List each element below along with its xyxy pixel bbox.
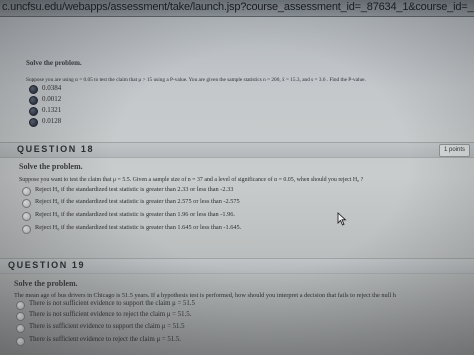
q17-solve-heading: Solve the problem. — [26, 59, 82, 67]
option-label: Reject H₀ if the standardized test stati… — [35, 186, 234, 193]
radio-button[interactable] — [29, 85, 38, 94]
radio-button[interactable] — [22, 225, 31, 234]
option-label: 0.0128 — [42, 117, 62, 125]
q19-solve-heading: Solve the problem. — [14, 279, 78, 288]
radio-button[interactable] — [22, 187, 31, 196]
option-label: 0.1321 — [42, 106, 62, 114]
option-label: Reject H₀ if the standardized test stati… — [35, 211, 235, 218]
option-label: Reject H₀ if the standardized test stati… — [35, 198, 240, 205]
radio-button[interactable] — [22, 212, 31, 221]
points-badge: 1 points — [438, 144, 470, 157]
address-bar[interactable]: c.uncfsu.edu/webapps/assessment/take/lau… — [0, 0, 474, 17]
question-number: QUESTION 18 — [17, 144, 95, 154]
radio-button[interactable] — [29, 118, 38, 127]
radio-button[interactable] — [29, 107, 38, 116]
option-label: There is not sufficient evidence to reje… — [29, 311, 192, 318]
mouse-cursor-icon — [337, 212, 347, 226]
radio-button[interactable] — [16, 337, 25, 346]
question-number: QUESTION 19 — [8, 260, 86, 270]
radio-button[interactable] — [16, 301, 25, 310]
assessment-page: c.uncfsu.edu/webapps/assessment/take/lau… — [0, 0, 474, 355]
option-label: There is sufficient evidence to reject t… — [29, 336, 181, 343]
url-text[interactable]: c.uncfsu.edu/webapps/assessment/take/lau… — [2, 1, 474, 13]
radio-button[interactable] — [16, 312, 25, 321]
q19-prompt: The mean age of bus drivers in Chicago i… — [14, 292, 396, 299]
q18-header: QUESTION 18 1 points — [0, 142, 474, 158]
q18-prompt: Suppose you want to test the claim that … — [19, 177, 364, 183]
option-label: 0.0012 — [42, 95, 62, 103]
radio-button[interactable] — [29, 96, 38, 105]
radio-button[interactable] — [16, 324, 25, 333]
option-label: 0.0384 — [42, 84, 62, 92]
radio-button[interactable] — [22, 199, 31, 208]
q17-prompt: Suppose you are using α = 0.05 to test t… — [26, 77, 366, 83]
option-label: There is sufficient evidence to support … — [29, 323, 185, 330]
q18-solve-heading: Solve the problem. — [19, 162, 83, 171]
q19-header: QUESTION 19 — [0, 258, 474, 274]
option-label: Reject H₀ if the standardized test stati… — [35, 224, 242, 231]
option-label: There is not sufficient evidence to supp… — [29, 300, 195, 307]
